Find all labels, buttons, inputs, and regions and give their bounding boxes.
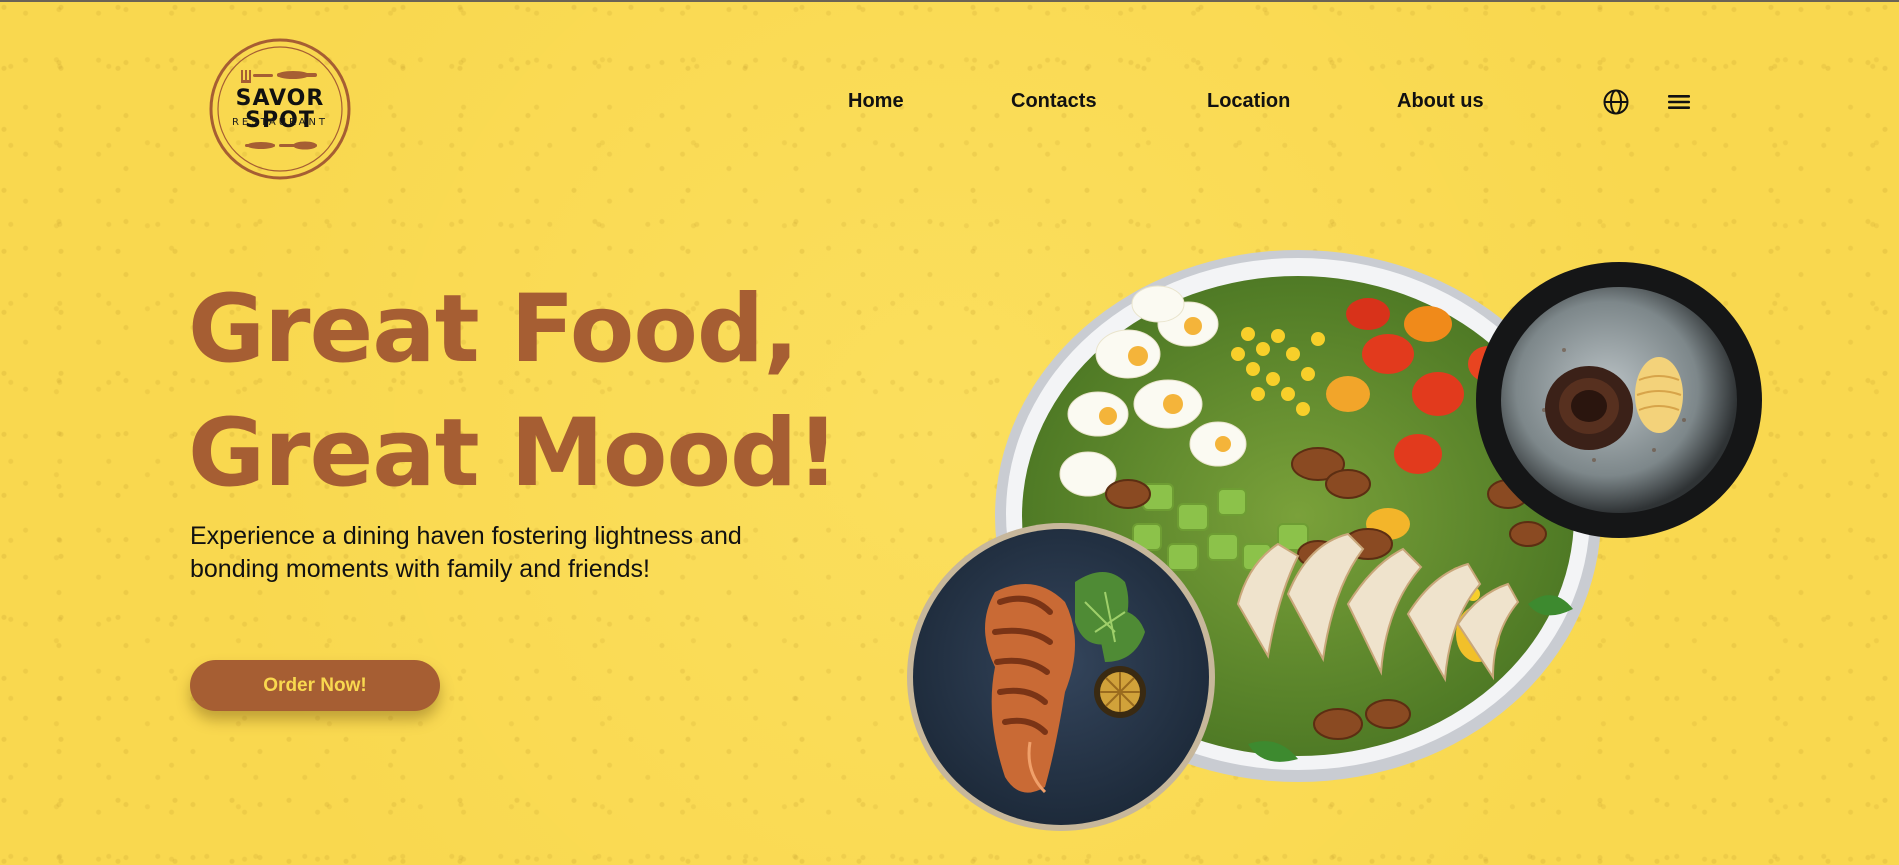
logo[interactable]: SAVOR SPOT RESTAURANT [205, 36, 355, 182]
logo-subtitle: RESTAURANT [231, 117, 329, 128]
hero-title-line-2: Great Mood! [188, 399, 839, 508]
nav-contacts[interactable]: Contacts [1011, 90, 1097, 113]
nav-location[interactable]: Location [1207, 90, 1290, 113]
hero-title: Great Food, Great Mood! [188, 268, 839, 516]
globe-icon[interactable] [1602, 88, 1630, 116]
salmon-plate-image [907, 523, 1215, 831]
hero-title-line-1: Great Food, [188, 275, 799, 384]
dessert-plate-image [1476, 262, 1762, 538]
nav-home[interactable]: Home [848, 90, 904, 113]
hero-subtitle: Experience a dining haven fostering ligh… [190, 522, 742, 583]
nav-about-us[interactable]: About us [1397, 90, 1484, 113]
top-border [0, 0, 1899, 2]
menu-icon[interactable] [1665, 88, 1693, 116]
order-now-button[interactable]: Order Now! [190, 660, 440, 711]
